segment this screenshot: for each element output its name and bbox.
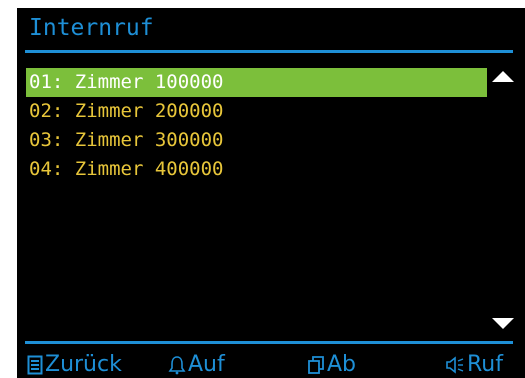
- down-softkey[interactable]: Ab: [307, 352, 356, 378]
- back-softkey-label: Zurück: [45, 352, 122, 377]
- back-softkey[interactable]: Zurück: [27, 352, 122, 378]
- header-divider: [25, 50, 513, 53]
- display-screen: Internruf 01: Zimmer 100000 02: Zimmer 2…: [17, 8, 525, 378]
- list-item-selected[interactable]: 01: Zimmer 100000: [26, 68, 487, 97]
- up-softkey-label: Auf: [188, 352, 225, 377]
- room-list: 01: Zimmer 100000 02: Zimmer 200000 03: …: [26, 68, 487, 184]
- down-softkey-label: Ab: [327, 352, 357, 377]
- call-softkey-label: Ruf: [467, 352, 503, 377]
- softkey-bar: Zurück Auf Ab Ruf: [17, 352, 525, 378]
- bell-icon: [168, 355, 186, 375]
- up-softkey[interactable]: Auf: [168, 352, 225, 378]
- scroll-up-arrow-icon[interactable]: [492, 71, 514, 82]
- menu-list-icon: [27, 355, 43, 375]
- scroll-down-arrow-icon[interactable]: [492, 318, 514, 329]
- list-item[interactable]: 03: Zimmer 300000: [26, 126, 487, 155]
- call-softkey[interactable]: Ruf: [445, 352, 503, 378]
- page-title: Internruf: [29, 15, 154, 41]
- list-item[interactable]: 02: Zimmer 200000: [26, 97, 487, 126]
- footer-divider: [25, 341, 513, 344]
- copy-icon: [307, 355, 325, 375]
- list-item[interactable]: 04: Zimmer 400000: [26, 155, 487, 184]
- speaker-icon: [445, 355, 465, 375]
